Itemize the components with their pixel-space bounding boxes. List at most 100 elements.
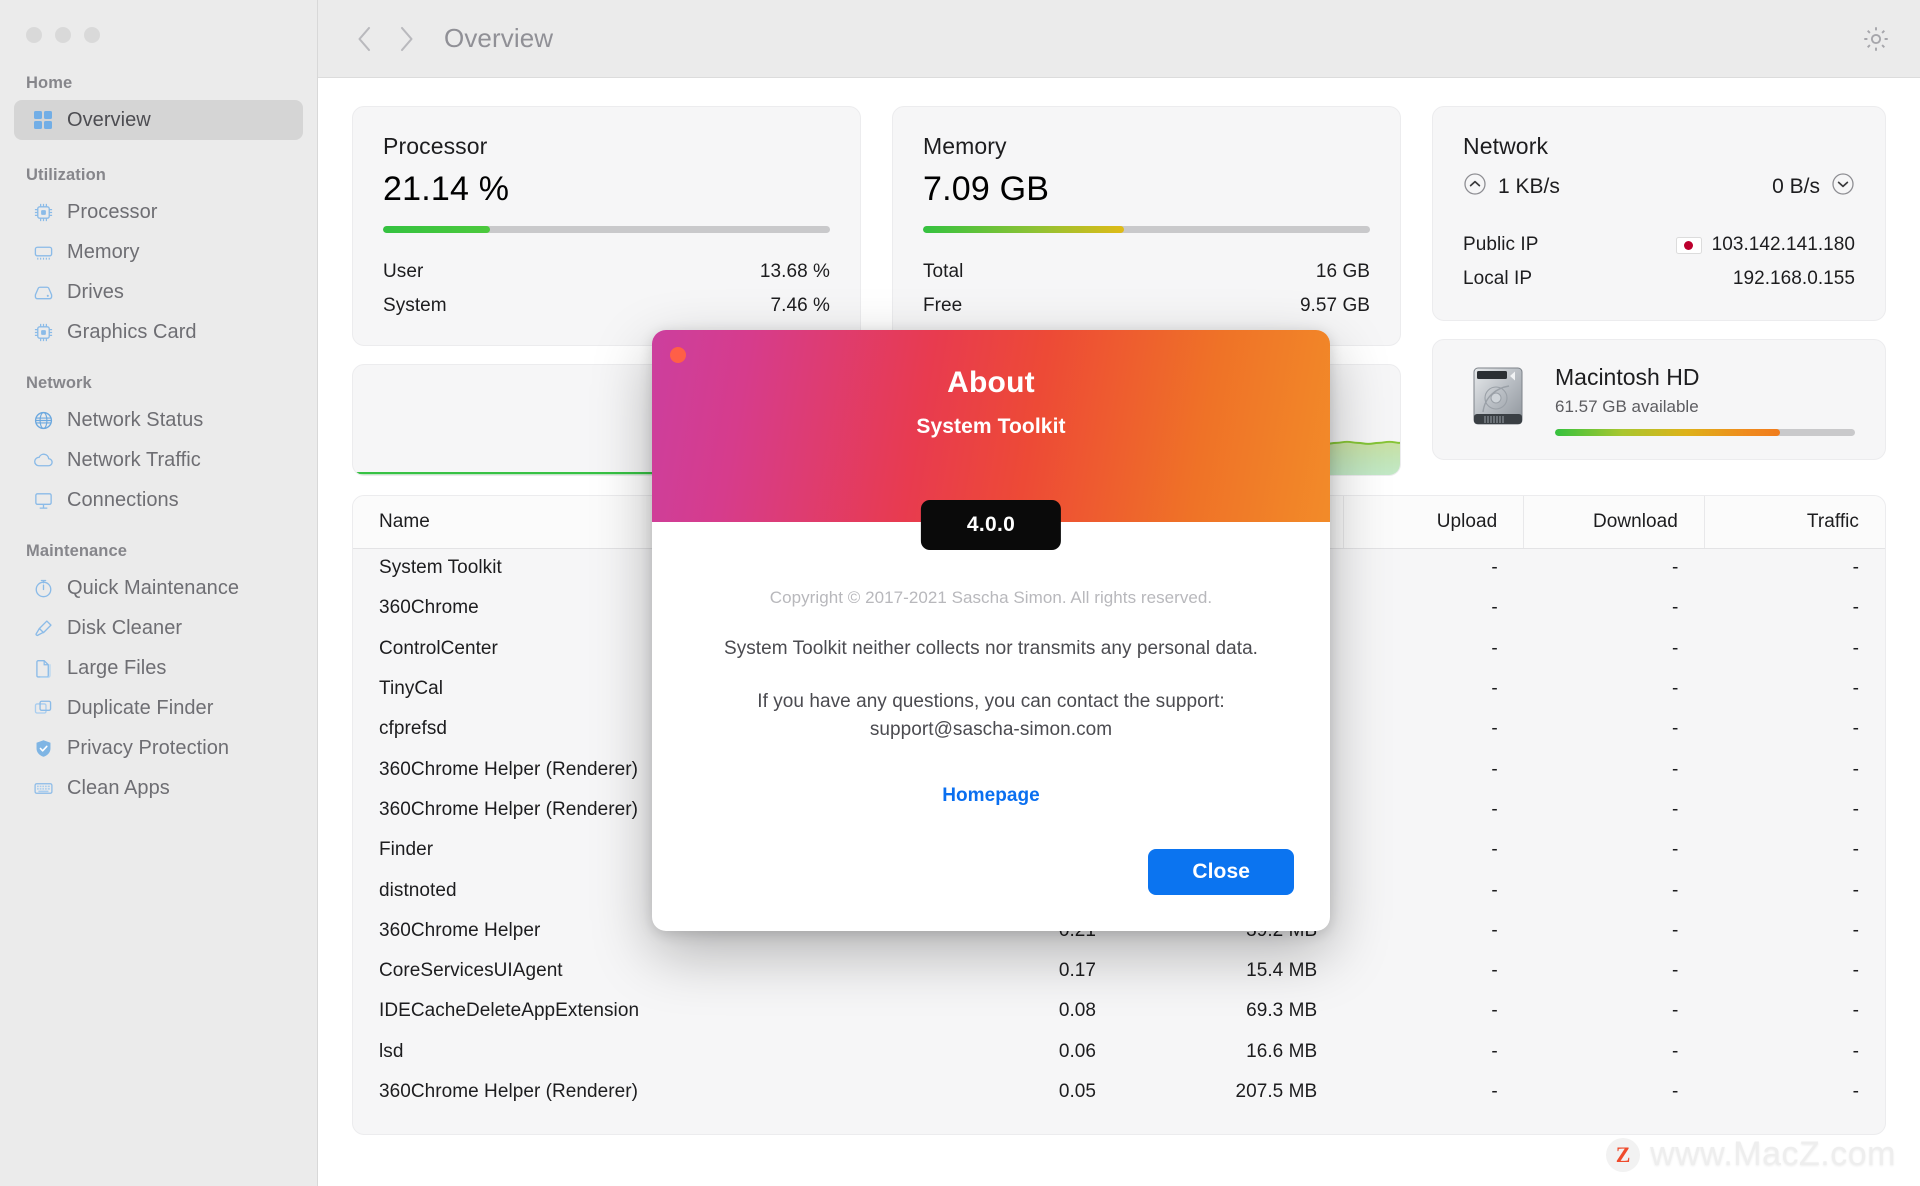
back-icon[interactable] — [352, 24, 376, 54]
keyboard-icon — [32, 777, 54, 799]
files-icon — [32, 657, 54, 679]
drive-usage-bar — [1555, 428, 1855, 436]
sidebar-item-connections[interactable]: Connections — [14, 480, 303, 520]
titlebar: Overview — [318, 0, 1920, 78]
sidebar-group-label: Maintenance — [26, 542, 128, 560]
about-subtitle: System Toolkit — [916, 415, 1066, 438]
cell-download: - — [1671, 637, 1679, 659]
cell-cpu: 0.06 — [1058, 1040, 1097, 1062]
sidebar-item-label: Large Files — [67, 656, 167, 679]
sidebar-group-home: Home Overview — [0, 74, 317, 140]
version-badge: 4.0.0 — [920, 500, 1062, 550]
right-column: Network 1 KB/s 0 B/s Public IP 103.142.1… — [1432, 106, 1886, 460]
cell-memory: 69.3 MB — [1246, 1000, 1318, 1022]
sidebar-item-privacy-protection[interactable]: Privacy Protection — [14, 728, 303, 768]
download-speed: 0 B/s — [1772, 172, 1855, 202]
sidebar-group-label: Utilization — [26, 166, 106, 184]
macz-logo-icon: Z — [1606, 1137, 1641, 1172]
homepage-link[interactable]: Homepage — [942, 785, 1040, 807]
dialog-close-icon[interactable] — [670, 347, 686, 363]
sidebar-item-network-status[interactable]: Network Status — [14, 400, 303, 440]
local-ip-row: Local IP 192.168.0.155 — [1463, 262, 1855, 296]
sidebar-item-disk-cleaner[interactable]: Disk Cleaner — [14, 608, 303, 648]
close-button[interactable]: Close — [1148, 849, 1294, 896]
cell-traffic: - — [1852, 597, 1859, 619]
zoom-window-button[interactable] — [84, 27, 100, 43]
upload-speed-value: 1 KB/s — [1498, 175, 1560, 198]
row-key: Free — [923, 295, 963, 316]
cpu-icon — [32, 201, 54, 223]
drive-card: Macintosh HD 61.57 GB available — [1432, 339, 1886, 460]
cell-upload: - — [1491, 557, 1498, 579]
about-dialog: About System Toolkit 4.0.0 Copyright © 2… — [652, 330, 1330, 932]
column-header-traffic[interactable]: Traffic — [1703, 496, 1885, 549]
row-value: 103.142.141.180 — [1711, 234, 1855, 255]
cell-download: - — [1671, 1000, 1679, 1022]
sidebar-item-duplicate-finder[interactable]: Duplicate Finder — [14, 688, 303, 728]
privacy-text: System Toolkit neither collects nor tran… — [723, 638, 1259, 659]
table-row[interactable]: lsd 0.06 16.6 MB - - - — [353, 1032, 1885, 1072]
sidebar-item-processor[interactable]: Processor — [14, 192, 303, 232]
forward-icon[interactable] — [394, 24, 418, 54]
cell-traffic: - — [1852, 919, 1859, 941]
cell-name: IDECacheDeleteAppExtension — [379, 1000, 640, 1022]
sidebar-item-graphics-card[interactable]: Graphics Card — [14, 312, 303, 352]
minimize-window-button[interactable] — [55, 27, 71, 43]
sidebar-item-network-traffic[interactable]: Network Traffic — [14, 440, 303, 480]
about-dialog-header: About System Toolkit 4.0.0 — [652, 330, 1330, 550]
cell-download: - — [1671, 798, 1679, 820]
sidebar-item-label: Disk Cleaner — [67, 616, 183, 639]
sidebar-item-label: Processor — [67, 200, 158, 223]
close-window-button[interactable] — [26, 27, 42, 43]
download-arrow-icon — [1831, 172, 1855, 202]
about-dialog-footer: Close — [652, 807, 1330, 931]
sidebar-item-quick-maintenance[interactable]: Quick Maintenance — [14, 568, 303, 608]
row-value: 7.46 % — [770, 295, 830, 316]
column-header-upload[interactable]: Upload — [1342, 496, 1524, 549]
memory-free-row: Free 9.57 GB — [923, 289, 1370, 323]
column-header-download[interactable]: Download — [1523, 496, 1705, 549]
brush-icon — [32, 617, 54, 639]
processor-usage-bar — [383, 226, 830, 233]
cell-memory: 15.4 MB — [1246, 960, 1318, 982]
sidebar-item-label: Graphics Card — [67, 320, 197, 343]
cell-upload: - — [1491, 1081, 1498, 1102]
sidebar-item-overview[interactable]: Overview — [14, 100, 303, 140]
window-traffic-lights[interactable] — [26, 27, 100, 43]
cell-upload: - — [1491, 798, 1498, 820]
row-key: User — [383, 261, 424, 282]
gear-icon[interactable] — [1860, 23, 1892, 55]
cell-download: - — [1671, 557, 1679, 579]
copyright-text: Copyright © 2017-2021 Sascha Simon. All … — [769, 588, 1213, 607]
sidebar-group-maintenance: Maintenance Quick Maintenance Disk Clean… — [0, 542, 317, 808]
table-row[interactable]: 360Chrome Helper (Renderer) 0.05 207.5 MB -… — [353, 1072, 1885, 1112]
page-title: Overview — [444, 23, 554, 53]
sidebar-item-clean-apps[interactable]: Clean Apps — [14, 768, 303, 808]
support-text: If you have any questions, you can conta… — [757, 691, 1225, 740]
cell-upload: - — [1491, 758, 1498, 780]
sidebar-item-drives[interactable]: Drives — [14, 272, 303, 312]
sidebar-item-large-files[interactable]: Large Files — [14, 648, 303, 688]
cell-download: - — [1671, 758, 1679, 780]
cell-download: - — [1671, 960, 1679, 982]
stat-card-pair: Processor 21.14 % User 13.68 % System 7.… — [352, 106, 1401, 346]
cell-download: - — [1671, 1040, 1679, 1062]
cell-upload: - — [1491, 1040, 1498, 1062]
row-value: 9.57 GB — [1299, 295, 1370, 316]
sidebar-item-memory[interactable]: Memory — [14, 232, 303, 272]
row-value: 16 GB — [1315, 261, 1370, 282]
table-row[interactable]: CoreServicesUIAgent 0.17 15.4 MB - - - — [353, 951, 1885, 991]
sidebar-item-label: Memory — [67, 240, 140, 263]
drive-icon — [32, 281, 54, 303]
copy-icon — [32, 697, 54, 719]
upload-speed: 1 KB/s — [1463, 172, 1560, 202]
sidebar-item-label: Network Status — [67, 408, 204, 431]
cell-upload: - — [1491, 879, 1498, 901]
memory-icon — [32, 241, 54, 263]
cell-upload: - — [1491, 678, 1498, 700]
table-row[interactable]: IDECacheDeleteAppExtension 0.08 69.3 MB - - - — [353, 991, 1885, 1031]
monitor-icon — [32, 489, 54, 511]
public-ip-row: Public IP 103.142.141.180 — [1463, 228, 1855, 262]
cell-traffic: - — [1852, 960, 1859, 982]
memory-total-row: Total 16 GB — [923, 255, 1370, 289]
